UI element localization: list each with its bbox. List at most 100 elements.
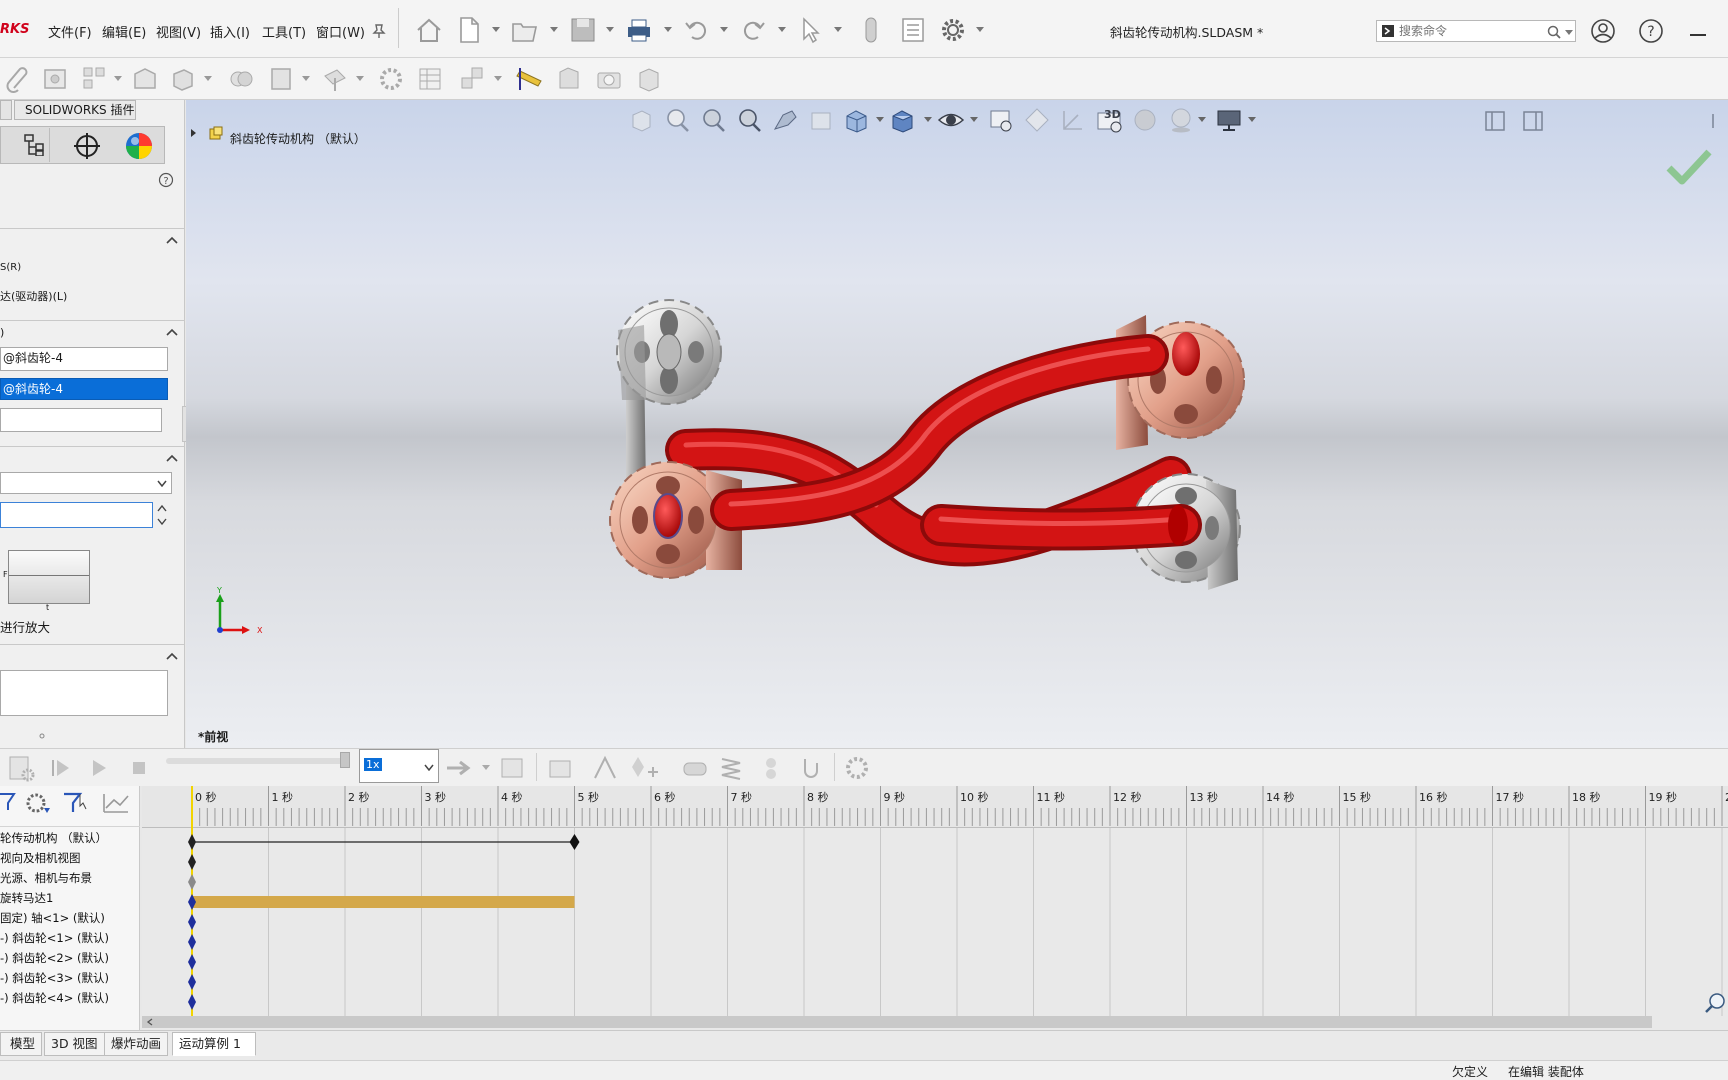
autokey-icon[interactable]: [590, 753, 620, 783]
linear-pattern-icon[interactable]: [80, 64, 110, 94]
undo-icon[interactable]: [682, 15, 712, 45]
tab-configuration-manager[interactable]: [66, 128, 108, 162]
menu-insert[interactable]: 插入(I): [210, 22, 250, 41]
tab-explode-animation[interactable]: 爆炸动画: [104, 1032, 169, 1056]
gear-assembly-model[interactable]: [186, 100, 1728, 748]
menu-edit[interactable]: 编辑(E): [102, 22, 146, 41]
motion-type-select[interactable]: [0, 472, 172, 494]
tab-3d-views[interactable]: 3D 视图: [44, 1032, 105, 1056]
tree-item-lights-cameras-scene[interactable]: 光源、相机与布景: [0, 870, 92, 886]
tab-left-partial[interactable]: [0, 100, 12, 120]
instant3d-ruler-icon[interactable]: [514, 64, 544, 94]
zoom-timeline-icon[interactable]: [1704, 992, 1726, 1014]
gravity-icon[interactable]: [796, 753, 826, 783]
insert-component-icon[interactable]: [40, 64, 70, 94]
tab-feature-manager[interactable]: [14, 128, 50, 162]
open-folder-icon[interactable]: [510, 15, 540, 45]
help-icon[interactable]: ?: [158, 172, 174, 188]
filter-animated-icon[interactable]: [0, 792, 16, 814]
graphics-viewport[interactable]: 斜齿轮传动机构 （默认） 3D Y X *前视: [186, 100, 1728, 748]
update-speedpak-icon[interactable]: [554, 64, 584, 94]
playback-slider-thumb[interactable]: [340, 752, 350, 768]
search-command-box[interactable]: [1376, 20, 1576, 42]
playback-slider[interactable]: [166, 758, 346, 764]
motion-timeline[interactable]: 0 秒 1 秒 2 秒 3 秒 4 秒 5 秒 6 秒 7 秒 8 秒 9 秒 10 秒 11 秒 12…: [142, 786, 1728, 1030]
play-from-start-icon[interactable]: [46, 753, 76, 783]
filter-selected-icon[interactable]: [62, 792, 90, 816]
animation-wizard-icon[interactable]: [546, 753, 576, 783]
move-component-icon[interactable]: [168, 64, 198, 94]
motor-icon[interactable]: [680, 753, 710, 783]
chevron-down-icon[interactable]: [720, 27, 728, 33]
timeline-canvas[interactable]: 0 秒 1 秒 2 秒 3 秒 4 秒 5 秒 6 秒 7 秒 8 秒 9 秒 10 秒 11 秒 12…: [142, 786, 1728, 1030]
chevron-down-icon[interactable]: [204, 76, 212, 82]
select-cursor-icon[interactable]: [796, 15, 826, 45]
reference-geometry-icon[interactable]: [320, 64, 350, 94]
speed-value-input[interactable]: [0, 502, 153, 528]
timeline-scrollbar[interactable]: [142, 1016, 1652, 1028]
redo-icon[interactable]: [738, 15, 768, 45]
component-relative-field[interactable]: [0, 408, 162, 432]
chevron-down-icon[interactable]: [302, 76, 310, 82]
tree-item-gear-3[interactable]: -) 斜齿轮<3> (默认): [0, 970, 109, 986]
save-icon[interactable]: [568, 15, 598, 45]
tab-motion-study-1[interactable]: 运动算例 1: [172, 1032, 256, 1056]
new-motion-study-icon[interactable]: [376, 64, 406, 94]
playback-mode-arrow-icon[interactable]: [444, 753, 474, 783]
chevron-down-icon[interactable]: [1565, 30, 1573, 36]
load-faces-list[interactable]: [0, 670, 168, 716]
chevron-down-icon[interactable]: [482, 765, 490, 771]
take-snapshot-icon[interactable]: [594, 64, 624, 94]
tree-item-gear-1[interactable]: -) 斜齿轮<1> (默认): [0, 930, 109, 946]
filter-results-icon[interactable]: [102, 792, 132, 816]
rebuild-traffic-light-icon[interactable]: [856, 15, 886, 45]
menu-view[interactable]: 视图(V): [156, 22, 201, 41]
chevron-down-icon[interactable]: [492, 27, 500, 33]
chevron-down-icon[interactable]: [778, 27, 786, 33]
motor-direction-field[interactable]: @斜齿轮-4: [0, 378, 168, 400]
home-icon[interactable]: [414, 15, 444, 45]
chevron-down-icon[interactable]: [834, 27, 842, 33]
chevron-down-icon[interactable]: [550, 27, 558, 33]
spinner-arrows-icon[interactable]: [156, 504, 168, 526]
contact-icon[interactable]: [756, 753, 786, 783]
add-key-icon[interactable]: [630, 753, 660, 783]
tree-item-rotary-motor[interactable]: 旋转马达1: [0, 890, 53, 906]
chevron-up-icon[interactable]: [166, 328, 178, 336]
pin-icon[interactable]: [372, 24, 386, 38]
show-hidden-icon[interactable]: [226, 64, 256, 94]
tree-item-gear-2[interactable]: -) 斜齿轮<2> (默认): [0, 950, 109, 966]
motor-location-field[interactable]: @斜齿轮-4: [0, 347, 168, 371]
exploded-view-icon[interactable]: [458, 64, 488, 94]
save-animation-icon[interactable]: [498, 753, 528, 783]
motor-type-option-l[interactable]: 达(驱动器)(L): [0, 288, 67, 304]
chevron-down-icon[interactable]: [494, 76, 502, 82]
tab-display-manager[interactable]: [118, 128, 160, 162]
menu-tools[interactable]: 工具(T): [262, 22, 306, 41]
playback-speed-select[interactable]: 1x: [359, 749, 439, 783]
calculate-icon[interactable]: [6, 753, 36, 783]
motion-profile-graph[interactable]: [8, 550, 90, 604]
paperclip-icon[interactable]: [4, 64, 34, 94]
search-icon[interactable]: [1547, 25, 1561, 39]
chevron-up-icon[interactable]: [166, 652, 178, 660]
chevron-down-icon[interactable]: [356, 76, 364, 82]
assembly-features-icon[interactable]: [266, 64, 296, 94]
tab-model[interactable]: 模型: [0, 1032, 42, 1056]
menu-file[interactable]: 文件(F): [48, 22, 92, 41]
tree-item-assembly[interactable]: 轮传动机构 （默认）: [0, 830, 107, 846]
resize-handle-icon[interactable]: [39, 733, 45, 739]
tree-item-gear-4[interactable]: -) 斜齿轮<4> (默认): [0, 990, 109, 1006]
spring-icon[interactable]: [716, 753, 746, 783]
search-input[interactable]: [1399, 22, 1529, 40]
file-properties-icon[interactable]: [898, 15, 928, 45]
menu-window[interactable]: 窗口(W): [316, 22, 365, 41]
user-account-icon[interactable]: [1590, 18, 1616, 44]
chevron-up-icon[interactable]: [166, 236, 178, 244]
chevron-down-icon[interactable]: [664, 27, 672, 33]
zoom-label[interactable]: 进行放大: [0, 617, 50, 636]
filter-driving-gear-icon[interactable]: [24, 792, 52, 816]
large-assembly-icon[interactable]: [634, 64, 664, 94]
minimize-icon[interactable]: [1690, 34, 1706, 38]
tab-solidworks-addins[interactable]: SOLIDWORKS 插件: [14, 100, 136, 120]
